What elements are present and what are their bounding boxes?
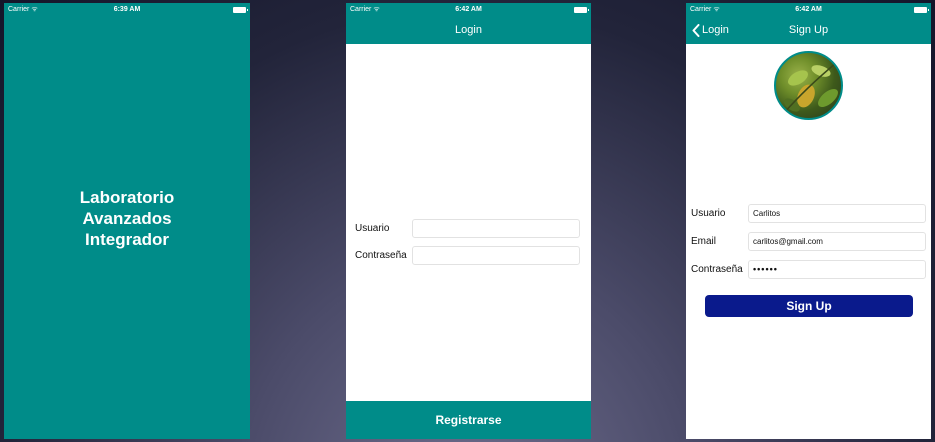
username-input[interactable]: Carlitos xyxy=(748,204,926,223)
username-label: Usuario xyxy=(691,208,726,219)
battery-icon xyxy=(574,7,589,13)
navigation-bar: Login Sign Up xyxy=(686,17,931,44)
nav-title: Login xyxy=(455,24,482,36)
username-row: Usuario xyxy=(355,219,585,238)
leaf-photo-icon xyxy=(783,62,838,114)
status-time: 6:39 AM xyxy=(113,6,141,13)
splash-title-line: Laboratorio xyxy=(79,188,175,207)
nav-title: Sign Up xyxy=(788,24,829,36)
password-label: Contraseña xyxy=(355,250,407,261)
email-label: Email xyxy=(691,236,717,247)
username-label: Usuario xyxy=(355,223,390,234)
password-input[interactable]: •••••• xyxy=(748,260,926,279)
navigation-bar: Login xyxy=(346,17,591,44)
splash-title-line: Avanzados xyxy=(82,209,172,228)
battery-icon xyxy=(914,7,929,13)
splash-title-line: Integrador xyxy=(84,230,170,249)
status-bar: Carrier ᯤ 6:42 AM xyxy=(686,3,931,17)
email-input[interactable]: carlitos@gmail.com xyxy=(748,232,926,251)
splash-title: Laboratorio Avanzados Integrador xyxy=(4,187,250,250)
status-bar: Carrier ᯤ 6:39 AM xyxy=(4,3,250,17)
status-time: 6:42 AM xyxy=(795,6,822,13)
username-input[interactable] xyxy=(412,219,580,238)
splash-screen: Carrier ᯤ 6:39 AM Laboratorio Avanzados … xyxy=(4,3,250,439)
status-bar: Carrier ᯤ 6:42 AM xyxy=(346,3,591,17)
login-screen: Carrier ᯤ 6:42 AM Login Usuario Contrase… xyxy=(346,3,591,439)
register-button[interactable]: Registrarse xyxy=(346,401,591,439)
profile-photo-avatar[interactable] xyxy=(774,51,843,120)
password-input[interactable] xyxy=(412,246,580,265)
password-row: Contraseña xyxy=(355,246,585,265)
password-label: Contraseña xyxy=(691,264,743,275)
sign-up-button[interactable]: Sign Up xyxy=(705,295,913,317)
signup-screen: Carrier ᯤ 6:42 AM Login Sign Up Usuario … xyxy=(686,3,931,439)
status-time: 6:42 AM xyxy=(455,6,482,13)
battery-icon xyxy=(233,7,248,13)
